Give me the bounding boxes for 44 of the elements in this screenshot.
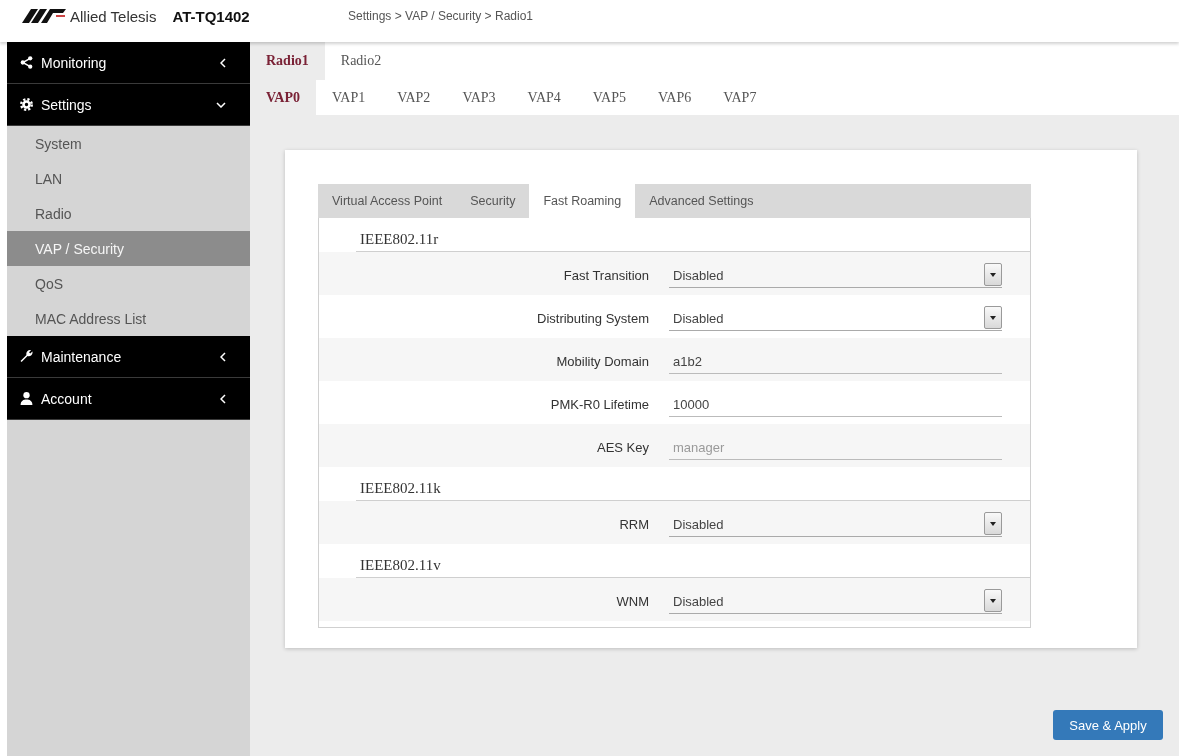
tab[interactable]: Advanced Settings: [635, 184, 768, 218]
tab[interactable]: Fast Roaming: [529, 184, 636, 218]
select-field[interactable]: Disabled: [669, 589, 1002, 614]
device-model: AT-TQ1402: [172, 7, 250, 25]
nav-item[interactable]: System: [7, 126, 250, 161]
nav-item[interactable]: QoS: [7, 266, 250, 301]
field-label: AES Key: [596, 440, 649, 455]
caret-icon: [984, 588, 1002, 612]
select-field[interactable]: Disabled: [669, 306, 1002, 331]
wrench-icon: [20, 350, 33, 363]
nav-item[interactable]: MAC Address List: [7, 301, 250, 336]
caret-icon: [984, 305, 1002, 329]
tab[interactable]: Radio1: [250, 42, 325, 80]
text-field[interactable]: 10000: [669, 392, 1002, 417]
section-title: IEEE802.11r: [359, 230, 439, 249]
nav-group-button[interactable]: Monitoring: [7, 42, 250, 84]
section-title: IEEE802.11v: [359, 556, 441, 575]
field-label: Mobility Domain: [556, 354, 649, 369]
select-field[interactable]: Disabled: [669, 512, 1002, 537]
tab[interactable]: Security: [456, 184, 530, 218]
caret-icon: [984, 511, 1002, 535]
nav-group-button[interactable]: Settings: [7, 84, 250, 126]
field-label: WNM: [616, 594, 649, 609]
brand-name: Allied Telesis: [70, 7, 157, 25]
logo-icon: [22, 9, 66, 23]
nav-group-button[interactable]: Maintenance: [7, 336, 250, 378]
field-label: Distributing System: [537, 311, 649, 326]
user-icon: [20, 392, 33, 405]
share-icon: [20, 56, 33, 69]
field-label: Fast Transition: [563, 268, 649, 283]
save-button[interactable]: Save & Apply: [1053, 710, 1163, 740]
field-label: RRM: [619, 517, 649, 532]
select-field[interactable]: Disabled: [669, 263, 1002, 288]
nav-item[interactable]: LAN: [7, 161, 250, 196]
section-title: IEEE802.11k: [359, 479, 441, 498]
caret-icon: [984, 262, 1002, 286]
tab[interactable]: VAP0: [250, 80, 316, 115]
text-field[interactable]: a1b2: [669, 349, 1002, 374]
breadcrumb: Settings > VAP / Security > Radio1: [348, 8, 533, 25]
field-label: PMK-R0 Lifetime: [550, 397, 649, 412]
nav-group-button[interactable]: Account: [7, 378, 250, 420]
gear-icon: [20, 98, 33, 111]
nav-item[interactable]: Radio: [7, 196, 250, 231]
tab[interactable]: Virtual Access Point: [318, 184, 457, 218]
